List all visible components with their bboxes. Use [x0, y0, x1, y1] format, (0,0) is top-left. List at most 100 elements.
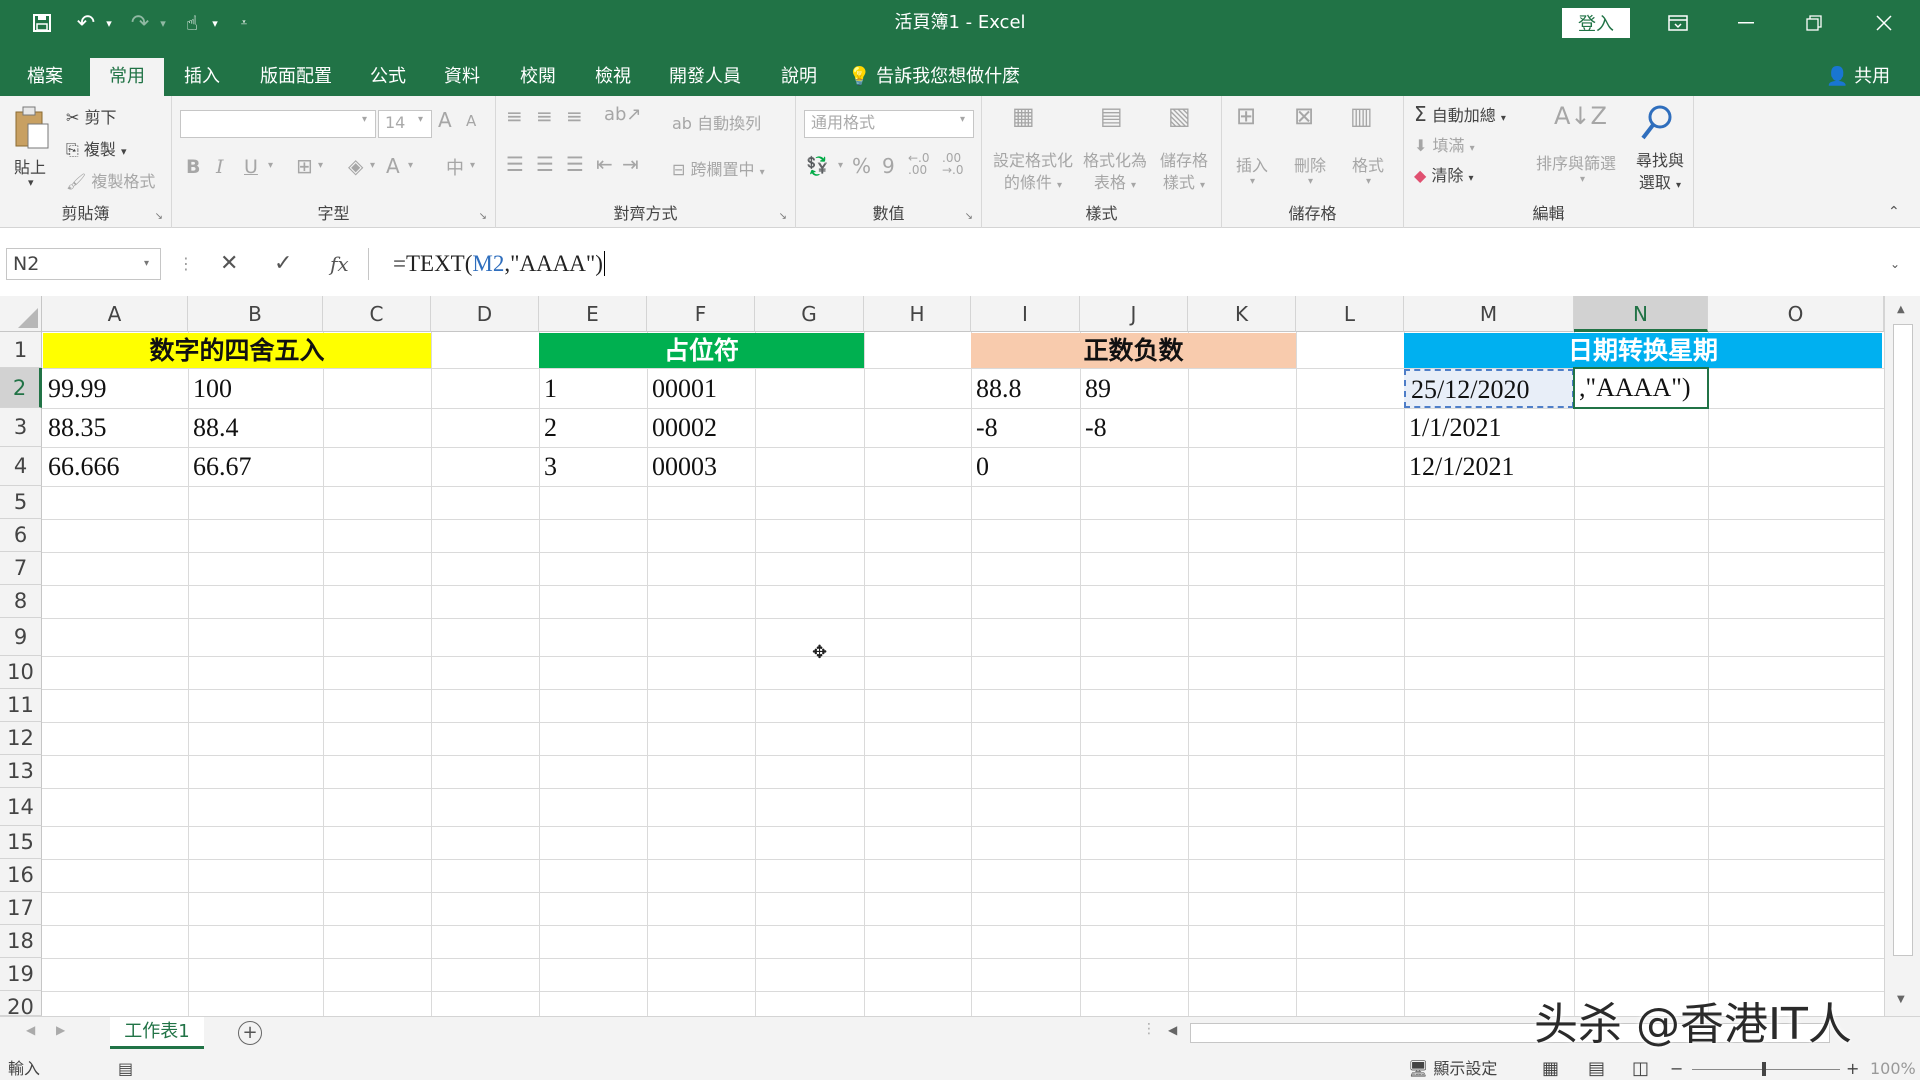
cut-button[interactable]: ✂ 剪下	[66, 104, 117, 128]
share-button[interactable]: 👤 共用	[1826, 58, 1890, 96]
tab-home[interactable]: 常用	[90, 58, 164, 96]
format-as-table-icon[interactable]: ▤	[1100, 102, 1123, 130]
accounting-dropdown-icon[interactable]: ▾	[838, 160, 843, 171]
name-box[interactable]: N2	[6, 248, 161, 280]
fill-button[interactable]: ⬇ 填滿 ▾	[1414, 132, 1475, 156]
touch-mode-icon[interactable]: ☝	[176, 0, 208, 46]
split-handle-icon[interactable]: ⋮	[1142, 1021, 1156, 1037]
cell-n2-active[interactable]: ,"AAAA")	[1573, 367, 1709, 409]
row-header-20[interactable]: 20	[0, 991, 42, 1016]
minimize-icon[interactable]	[1716, 0, 1776, 46]
clear-button[interactable]: ◆ 清除 ▾	[1414, 162, 1474, 186]
add-sheet-icon[interactable]: +	[238, 1021, 262, 1045]
align-top-icon[interactable]: ≡	[506, 104, 523, 128]
tell-me-search[interactable]: 💡 告訴我您想做什麼	[848, 58, 1020, 96]
alignment-launcher-icon[interactable]: ↘	[779, 211, 787, 222]
tab-file[interactable]: 檔案	[12, 58, 78, 96]
font-size-dropdown-icon[interactable]: ▾	[418, 114, 423, 125]
format-as-table-button[interactable]: 格式化為 表格 ▾	[1082, 150, 1148, 197]
redo-icon[interactable]: ↷	[124, 0, 156, 46]
font-color-dropdown-icon[interactable]: ▾	[408, 160, 413, 171]
insert-cells-dropdown-icon[interactable]: ▾	[1250, 176, 1255, 187]
row-header-6[interactable]: 6	[0, 519, 42, 552]
next-sheet-icon[interactable]: ▶	[56, 1023, 65, 1037]
underline-button[interactable]: U	[244, 156, 258, 178]
section-header-weekday[interactable]: 日期转换星期	[1404, 333, 1882, 368]
tab-formulas[interactable]: 公式	[358, 58, 418, 96]
font-color-icon[interactable]: A	[386, 154, 400, 178]
restore-icon[interactable]	[1784, 0, 1844, 46]
column-header-j[interactable]: J	[1080, 296, 1188, 332]
paste-icon[interactable]	[12, 104, 52, 154]
row-header-8[interactable]: 8	[0, 585, 42, 618]
fill-color-dropdown-icon[interactable]: ▾	[370, 160, 375, 171]
vertical-scrollbar[interactable]: ▲ ▼	[1884, 296, 1920, 1016]
macro-record-icon[interactable]: ▤	[118, 1058, 133, 1080]
touch-dropdown-icon[interactable]: ▾	[208, 0, 222, 46]
delete-cells-button[interactable]: 刪除	[1294, 152, 1326, 176]
save-icon[interactable]	[24, 0, 60, 46]
select-all-corner[interactable]	[0, 296, 42, 332]
cell-i2[interactable]: 88.8	[971, 369, 1080, 408]
borders-dropdown-icon[interactable]: ▾	[318, 160, 323, 171]
conditional-formatting-icon[interactable]: ▦	[1012, 102, 1035, 130]
page-layout-view-icon[interactable]: ▤	[1588, 1058, 1605, 1080]
column-header-b[interactable]: B	[188, 296, 323, 332]
scroll-left-icon[interactable]: ◀	[1168, 1023, 1177, 1037]
cell-b3[interactable]: 88.4	[188, 409, 323, 447]
align-bottom-icon[interactable]: ≡	[566, 104, 583, 128]
align-center-icon[interactable]: ☰	[536, 152, 554, 176]
cell-m4[interactable]: 12/1/2021	[1404, 448, 1574, 486]
insert-function-icon[interactable]: fx	[330, 248, 349, 280]
section-header-rounding[interactable]: 数字的四舍五入	[43, 333, 431, 368]
decrease-indent-icon[interactable]: ⇤	[596, 152, 613, 176]
cell-f3[interactable]: 00002	[647, 409, 755, 447]
normal-view-icon[interactable]: ▦	[1542, 1058, 1559, 1080]
number-launcher-icon[interactable]: ↘	[965, 211, 973, 222]
column-header-d[interactable]: D	[431, 296, 539, 332]
column-header-m[interactable]: M	[1404, 296, 1574, 332]
cell-m3[interactable]: 1/1/2021	[1404, 409, 1574, 447]
merge-center-button[interactable]: ⊟ 跨欄置中 ▾	[672, 156, 765, 180]
section-header-posneg[interactable]: 正数负数	[971, 333, 1296, 368]
tab-help[interactable]: 說明	[768, 58, 830, 96]
formula-bar-grip-icon[interactable]: ⋮	[178, 248, 194, 280]
redo-dropdown-icon[interactable]: ▾	[156, 0, 170, 46]
cell-a4[interactable]: 66.666	[43, 448, 188, 486]
cell-b2[interactable]: 100	[188, 369, 323, 408]
cell-a3[interactable]: 88.35	[43, 409, 188, 447]
column-header-a[interactable]: A	[42, 296, 188, 332]
delete-cells-dropdown-icon[interactable]: ▾	[1308, 176, 1313, 187]
align-right-icon[interactable]: ☰	[566, 152, 584, 176]
page-break-view-icon[interactable]: ◫	[1632, 1058, 1649, 1080]
delete-cells-icon[interactable]: ⊠	[1294, 102, 1314, 130]
underline-dropdown-icon[interactable]: ▾	[268, 160, 273, 171]
autosum-button[interactable]: Σ 自動加總 ▾	[1414, 102, 1506, 126]
undo-icon[interactable]: ↶	[70, 0, 102, 46]
scroll-up-icon[interactable]: ▲	[1897, 304, 1905, 315]
undo-dropdown-icon[interactable]: ▾	[102, 0, 116, 46]
shrink-font-icon[interactable]: A	[466, 112, 476, 130]
increase-indent-icon[interactable]: ⇥	[622, 152, 639, 176]
column-header-n[interactable]: N	[1574, 296, 1708, 332]
copy-button[interactable]: ⎘ 複製 ▾	[66, 136, 127, 160]
column-header-o[interactable]: O	[1708, 296, 1884, 332]
column-header-g[interactable]: G	[755, 296, 864, 332]
zoom-out-icon[interactable]: −	[1670, 1058, 1683, 1080]
format-cells-icon[interactable]: ▥	[1350, 102, 1373, 130]
scroll-down-icon[interactable]: ▼	[1897, 994, 1905, 1005]
bold-button[interactable]: B	[186, 156, 200, 178]
row-header-2[interactable]: 2	[0, 368, 42, 408]
cancel-entry-icon[interactable]: ✕	[220, 248, 238, 280]
comma-style-button[interactable]: 9	[882, 154, 895, 178]
paste-dropdown-icon[interactable]: ▾	[28, 176, 34, 189]
grow-font-icon[interactable]: A	[438, 108, 452, 132]
font-launcher-icon[interactable]: ↘	[479, 211, 487, 222]
column-header-i[interactable]: I	[971, 296, 1080, 332]
font-name-dropdown-icon[interactable]: ▾	[362, 114, 367, 125]
worksheet-grid[interactable]: A B C D E F G H I J K L M N O 1 2 3 4 5 …	[0, 296, 1920, 1016]
cell-f4[interactable]: 00003	[647, 448, 755, 486]
close-icon[interactable]	[1854, 0, 1914, 46]
zoom-in-icon[interactable]: +	[1846, 1058, 1859, 1080]
row-header-7[interactable]: 7	[0, 552, 42, 585]
